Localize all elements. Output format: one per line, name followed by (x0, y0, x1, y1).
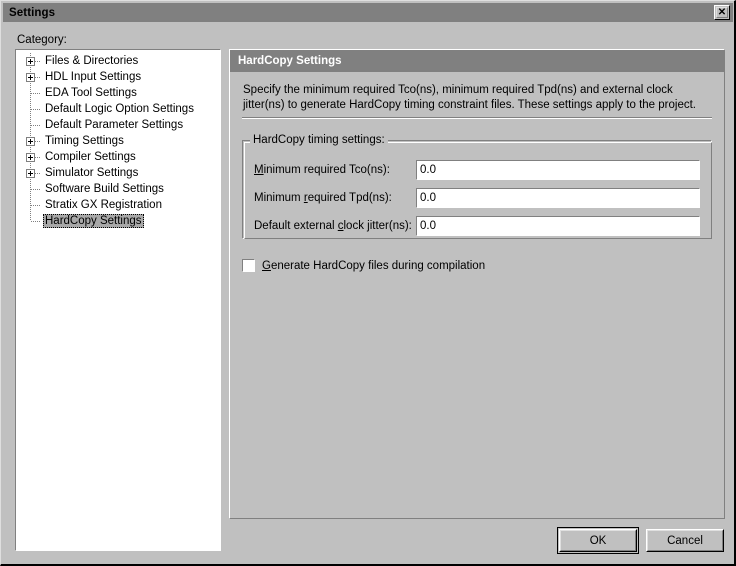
input-min-tco-value: 0.0 (420, 163, 436, 176)
field-label-pre: Minimum (254, 191, 304, 204)
tree-item-default-logic-option-settings[interactable]: Default Logic Option Settings (16, 101, 220, 117)
tree-item-label: HDL Input Settings (45, 71, 142, 83)
tree-item-compiler-settings[interactable]: Compiler Settings (16, 149, 220, 165)
tree-gutter (25, 53, 43, 69)
expand-plus-icon[interactable] (26, 153, 35, 162)
hardcopy-timing-group: HardCopy timing settings: Minimum requir… (242, 134, 712, 239)
panel-description: Specify the minimum required Tco(ns), mi… (243, 84, 696, 111)
field-row-min-tco: Minimum required Tco(ns): 0.0 (254, 159, 700, 180)
field-row-clock-jitter: Default external clock jitter(ns): 0.0 (254, 215, 700, 236)
field-label-pre: Default external (254, 219, 338, 232)
mnemonic-char: G (262, 259, 271, 272)
tree-item-timing-settings[interactable]: Timing Settings (16, 133, 220, 149)
input-min-tco[interactable]: 0.0 (416, 159, 700, 180)
groupbox-title: HardCopy timing settings: (250, 134, 388, 146)
close-button[interactable]: ✕ (714, 5, 730, 20)
input-min-tpd[interactable]: 0.0 (416, 187, 700, 208)
settings-dialog: Settings ✕ Category: Files & Directories… (0, 0, 736, 566)
expand-plus-icon[interactable] (26, 169, 35, 178)
tree-item-simulator-settings[interactable]: Simulator Settings (16, 165, 220, 181)
category-tree[interactable]: Files & Directories HDL Input Settings E… (15, 49, 221, 551)
window-title: Settings (9, 6, 56, 19)
tree-item-label: Compiler Settings (45, 151, 136, 163)
tree-item-label: EDA Tool Settings (45, 87, 137, 99)
category-label: Category: (17, 34, 67, 46)
tree-gutter (25, 213, 43, 229)
field-label-rest: inimum required Tco(ns): (263, 163, 390, 176)
ok-button[interactable]: OK (557, 527, 639, 554)
tree-gutter (25, 133, 43, 149)
tree-gutter (25, 85, 43, 101)
tree-gutter (25, 69, 43, 85)
tree-item-label: Default Logic Option Settings (45, 103, 194, 115)
field-label-rest: equired Tpd(ns): (307, 191, 392, 204)
panel-header-banner: HardCopy Settings (230, 50, 724, 72)
expand-plus-icon[interactable] (26, 57, 35, 66)
field-label-clock-jitter: Default external clock jitter(ns): (254, 220, 416, 232)
panel-separator (242, 117, 712, 119)
field-label-min-tpd: Minimum required Tpd(ns): (254, 192, 416, 204)
cancel-button[interactable]: Cancel (646, 529, 724, 552)
tree-item-files-directories[interactable]: Files & Directories (16, 53, 220, 69)
tree-gutter (25, 149, 43, 165)
mnemonic-char: M (254, 163, 264, 176)
tree-item-stratix-gx-registration[interactable]: Stratix GX Registration (16, 197, 220, 213)
generate-hardcopy-files-checkbox[interactable] (242, 259, 255, 272)
tree-item-label: HardCopy Settings (43, 214, 144, 228)
generate-hardcopy-files-checkbox-row[interactable]: Generate HardCopy files during compilati… (242, 259, 485, 272)
tree-item-default-parameter-settings[interactable]: Default Parameter Settings (16, 117, 220, 133)
category-tree-inner: Files & Directories HDL Input Settings E… (16, 50, 220, 229)
tree-item-hardcopy-settings[interactable]: HardCopy Settings (16, 213, 220, 229)
tree-item-label: Simulator Settings (45, 167, 139, 179)
input-min-tpd-value: 0.0 (420, 191, 436, 204)
tree-item-hdl-input-settings[interactable]: HDL Input Settings (16, 69, 220, 85)
ok-button-label: OK (589, 534, 607, 547)
tree-item-label: Software Build Settings (45, 183, 164, 195)
cancel-button-label: Cancel (667, 534, 703, 547)
tree-item-label: Files & Directories (45, 55, 139, 67)
input-clock-jitter[interactable]: 0.0 (416, 215, 700, 236)
tree-item-label: Default Parameter Settings (45, 119, 184, 131)
tree-gutter (25, 165, 43, 181)
field-label-min-tco: Minimum required Tco(ns): (254, 164, 416, 176)
close-icon: ✕ (717, 6, 727, 18)
panel-title: HardCopy Settings (238, 55, 342, 67)
expand-plus-icon[interactable] (26, 137, 35, 146)
tree-item-label: Stratix GX Registration (45, 199, 162, 211)
tree-item-eda-tool-settings[interactable]: EDA Tool Settings (16, 85, 220, 101)
tree-gutter (25, 117, 43, 133)
tree-item-label: Timing Settings (45, 135, 124, 147)
tree-gutter (25, 101, 43, 117)
tree-gutter (25, 197, 43, 213)
expand-plus-icon[interactable] (26, 73, 35, 82)
tree-gutter (25, 181, 43, 197)
generate-hardcopy-files-label: Generate HardCopy files during compilati… (262, 260, 485, 272)
tree-item-software-build-settings[interactable]: Software Build Settings (16, 181, 220, 197)
title-bar: Settings ✕ (3, 3, 733, 22)
settings-detail-panel: HardCopy Settings Specify the minimum re… (229, 49, 725, 519)
field-label-rest: lock jitter(ns): (343, 219, 412, 232)
field-row-min-tpd: Minimum required Tpd(ns): 0.0 (254, 187, 700, 208)
input-clock-jitter-value: 0.0 (420, 219, 436, 232)
checkbox-label-rest: enerate HardCopy files during compilatio… (270, 259, 486, 272)
